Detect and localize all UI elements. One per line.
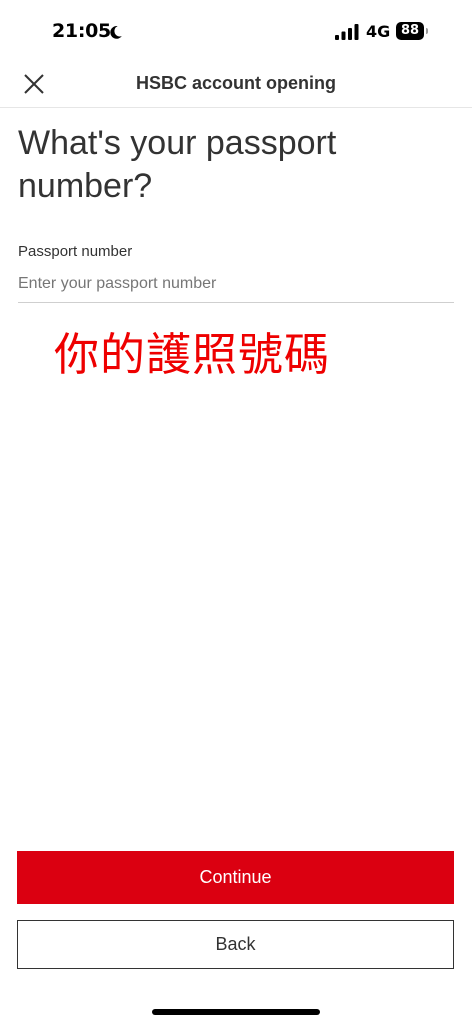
nav-title: HSBC account opening (135, 73, 336, 93)
battery-icon: 88 (396, 22, 428, 40)
chinese-annotation: 你的護照號碼 (54, 328, 331, 381)
home-indicator (152, 1009, 320, 1015)
back-button[interactable]: Back (17, 920, 454, 969)
battery-tip (426, 28, 428, 34)
status-bar: 21:05 4G 88 (0, 0, 472, 64)
passport-number-label: Passport number (18, 243, 133, 260)
network-type: 4G (366, 22, 391, 41)
page-title: What's your passport number? (18, 124, 337, 205)
passport-number-input[interactable] (18, 266, 454, 303)
status-time: 21:05 (52, 20, 111, 42)
moon-icon (110, 26, 122, 39)
continue-button[interactable]: Continue (17, 851, 454, 904)
cellular-signal-icon (335, 24, 359, 40)
nav-bar: HSBC account opening (0, 60, 472, 108)
battery-level: 88 (396, 22, 424, 40)
